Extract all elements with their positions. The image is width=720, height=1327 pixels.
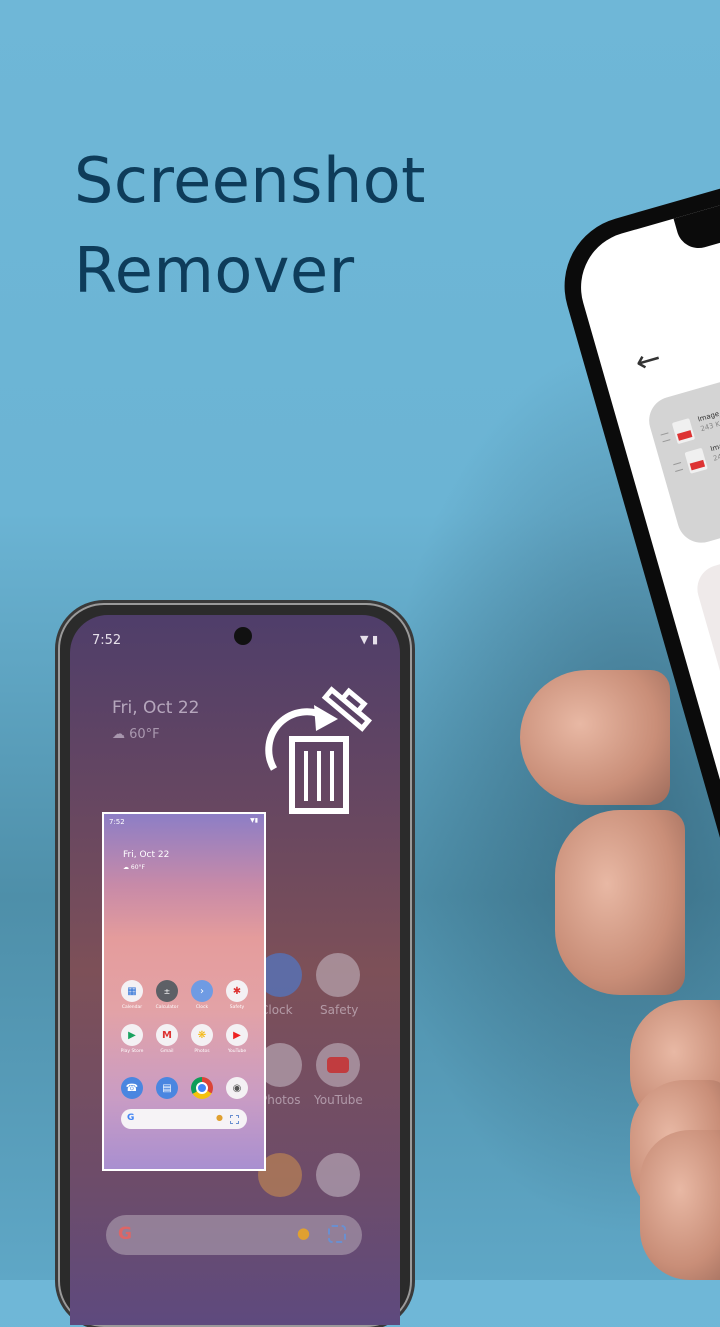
app-label: YouTube xyxy=(220,1049,254,1054)
cloud-icon: ☁ xyxy=(123,864,129,871)
calculator-icon[interactable]: ± xyxy=(156,980,178,1002)
drag-handle-icon[interactable] xyxy=(661,432,671,442)
weather-temp: 60°F xyxy=(129,727,160,742)
safety-app-label: Safety xyxy=(320,1003,358,1017)
finger-1 xyxy=(520,670,670,805)
youtube-app-label: YouTube xyxy=(314,1093,363,1107)
pdf-file-icon xyxy=(684,448,707,474)
photos-icon[interactable]: ❋ xyxy=(191,1024,213,1046)
phone-icon[interactable]: ☎ xyxy=(121,1077,143,1099)
headline-line-2: Remover xyxy=(74,226,426,316)
lens-icon xyxy=(230,1115,239,1124)
pdf-file-icon xyxy=(672,418,695,444)
clock-icon[interactable]: › xyxy=(191,980,213,1002)
app-label: Gmail xyxy=(150,1049,184,1054)
cloud-icon: ☁ xyxy=(112,727,125,742)
mic-icon: ● xyxy=(216,1113,223,1122)
chrome-icon[interactable] xyxy=(191,1077,213,1099)
mini-weather: ☁ 60°F xyxy=(123,864,145,871)
app-label: Play Store xyxy=(115,1049,149,1054)
safety-icon[interactable]: ✱ xyxy=(226,980,248,1002)
trash-with-arrow-icon xyxy=(256,677,376,817)
headline: Screenshot Remover xyxy=(74,136,426,316)
screenshot-thumbnail[interactable]: 7:52 ▼▮ Fri, Oct 22 ☁ 60°F ▦ Calendar ± … xyxy=(102,812,266,1171)
notch xyxy=(672,162,720,253)
date-widget[interactable]: Fri, Oct 22 xyxy=(112,698,200,718)
app-label: Clock xyxy=(185,1005,219,1010)
google-g-icon: G xyxy=(127,1113,134,1123)
headline-line-1: Screenshot xyxy=(74,136,426,226)
mini-status-icons: ▼▮ xyxy=(250,817,258,824)
google-search-bar[interactable]: G ● xyxy=(106,1215,362,1255)
lens-icon[interactable] xyxy=(328,1225,346,1243)
front-camera xyxy=(234,627,252,645)
thumb xyxy=(640,1130,720,1280)
mini-google-search-bar[interactable]: G ● xyxy=(121,1109,247,1129)
back-arrow-icon[interactable]: ← xyxy=(631,340,665,381)
gmail-icon[interactable]: M xyxy=(156,1024,178,1046)
app-label: Calendar xyxy=(115,1005,149,1010)
wifi-battery-icon: ▼ ▮ xyxy=(360,633,378,646)
messages-icon[interactable]: ▤ xyxy=(156,1077,178,1099)
calendar-icon[interactable]: ▦ xyxy=(121,980,143,1002)
photos-app-label: Photos xyxy=(260,1093,300,1107)
status-time: 7:52 xyxy=(92,633,121,648)
mic-icon[interactable]: ● xyxy=(297,1224,310,1242)
app-label: Safety xyxy=(220,1005,254,1010)
play-store-icon[interactable]: ▶ xyxy=(121,1024,143,1046)
safety-app-icon[interactable] xyxy=(316,953,360,997)
file-name: Image_09.pdf xyxy=(709,432,720,453)
youtube-app-icon[interactable] xyxy=(316,1043,360,1087)
camera-app-icon[interactable] xyxy=(316,1153,360,1197)
google-g-icon: G xyxy=(118,1224,132,1244)
finger-2 xyxy=(555,810,685,995)
app-label: Calculator xyxy=(150,1005,184,1010)
drag-handle-icon[interactable] xyxy=(673,462,683,472)
camera-icon[interactable]: ◉ xyxy=(226,1077,248,1099)
app-label: Photos xyxy=(185,1049,219,1054)
mini-date: Fri, Oct 22 xyxy=(123,850,169,860)
youtube-icon[interactable]: ▶ xyxy=(226,1024,248,1046)
mini-status-time: 7:52 xyxy=(109,818,125,826)
weather-widget[interactable]: ☁ 60°F xyxy=(112,727,160,742)
